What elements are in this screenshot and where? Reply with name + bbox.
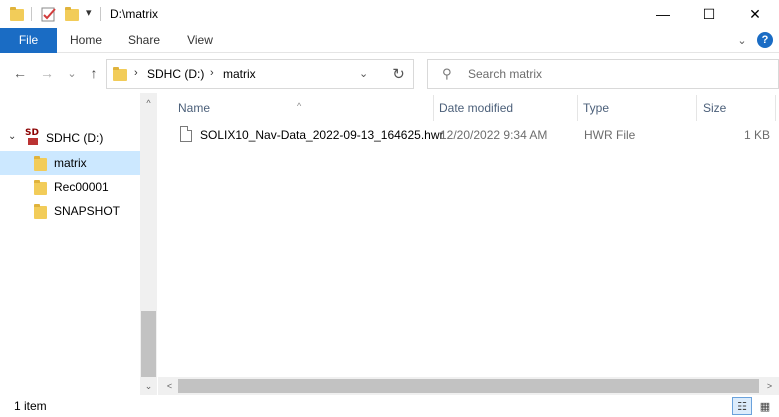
expand-ribbon-icon[interactable]: ⌄ — [734, 32, 750, 48]
back-button[interactable]: ← — [10, 63, 30, 83]
sd-card-icon: SD — [25, 128, 39, 147]
folder-icon — [10, 7, 24, 21]
scroll-down-arrow[interactable]: ⌄ — [140, 378, 157, 394]
item-count: 1 item — [14, 399, 47, 413]
folder-icon — [34, 180, 47, 195]
window-title: D:\matrix — [110, 7, 158, 21]
file-name: SOLIX10_Nav-Data_2022-09-13_164625.hwr — [200, 128, 444, 142]
divider — [31, 7, 32, 21]
tree-item-label: matrix — [54, 156, 87, 170]
properties-check-icon[interactable] — [41, 6, 57, 22]
customize-toolbar-dropdown[interactable]: ▾ — [86, 6, 92, 19]
close-button[interactable]: ✕ — [732, 0, 778, 28]
search-box[interactable]: ⚲ — [427, 59, 779, 89]
folder-icon — [34, 156, 47, 171]
column-header-date-modified[interactable]: Date modified — [434, 93, 577, 122]
tree-item-matrix[interactable]: matrix — [0, 151, 140, 175]
breadcrumb-drive[interactable]: SDHC (D:) — [147, 67, 204, 81]
navigation-pane: ⌄ SD SDHC (D:) matrix Rec00001 SNAPSHOT … — [0, 93, 158, 395]
tree-item-label: SNAPSHOT — [54, 204, 121, 218]
title-bar: ▾ D:\matrix — ☐ ✕ — [0, 0, 779, 28]
column-header-name[interactable]: ^ Name — [158, 93, 434, 122]
file-type: HWR File — [584, 128, 636, 142]
tree-item-label: SDHC (D:) — [46, 131, 104, 145]
help-icon[interactable]: ? — [757, 32, 773, 48]
chevron-down-icon[interactable]: ⌄ — [8, 131, 16, 142]
details-view-button[interactable]: ☷ — [732, 397, 752, 415]
refresh-button[interactable]: ↻ — [384, 59, 414, 89]
folder-icon — [113, 67, 127, 81]
tab-share[interactable]: Share — [115, 28, 173, 53]
tree-item-snapshot[interactable]: SNAPSHOT — [0, 199, 140, 223]
ribbon-tabs: File Home Share View ⌄ ? — [0, 28, 779, 53]
status-bar: 1 item ☷ ▦ — [0, 395, 779, 417]
column-divider[interactable] — [775, 95, 776, 121]
scroll-up-arrow[interactable]: ^ — [140, 95, 157, 111]
sort-ascending-icon: ^ — [297, 101, 302, 111]
scrollbar-thumb[interactable] — [178, 379, 759, 393]
tree-item-rec00001[interactable]: Rec00001 — [0, 175, 140, 199]
file-size: 1 KB — [743, 128, 770, 142]
minimize-button[interactable]: — — [640, 0, 686, 28]
tree-item-drive[interactable]: ⌄ SD SDHC (D:) — [0, 126, 140, 150]
large-icons-view-button[interactable]: ▦ — [755, 397, 775, 415]
navigation-scrollbar[interactable]: ^ ⌄ — [140, 93, 157, 395]
column-header-type[interactable]: Type — [578, 93, 696, 122]
new-folder-icon[interactable] — [65, 7, 79, 21]
maximize-button[interactable]: ☐ — [686, 0, 732, 28]
tab-home[interactable]: Home — [57, 28, 115, 53]
breadcrumb-folder[interactable]: matrix — [223, 67, 256, 81]
navigation-bar: ← → ⌄ ↑ › SDHC (D:) › matrix ⌄ ↻ ⚲ — [0, 53, 779, 93]
tree-item-label: Rec00001 — [54, 180, 109, 194]
scroll-right-arrow[interactable]: > — [761, 377, 778, 395]
column-header-size[interactable]: Size — [697, 93, 775, 122]
scroll-left-arrow[interactable]: < — [161, 377, 178, 395]
tab-file[interactable]: File — [0, 28, 57, 53]
file-date-modified: 12/20/2022 9:34 AM — [440, 128, 548, 142]
tab-view[interactable]: View — [173, 28, 227, 53]
address-bar[interactable]: › SDHC (D:) › matrix ⌄ — [106, 59, 414, 89]
breadcrumb-separator[interactable]: › — [210, 67, 214, 79]
table-row[interactable]: SOLIX10_Nav-Data_2022-09-13_164625.hwr 1… — [174, 123, 779, 147]
search-input[interactable] — [468, 66, 768, 82]
scrollbar-thumb[interactable] — [141, 311, 156, 377]
file-icon — [180, 126, 192, 142]
forward-button[interactable]: → — [37, 63, 57, 83]
folder-icon — [34, 204, 47, 219]
address-dropdown-icon[interactable]: ⌄ — [359, 67, 368, 80]
up-button[interactable]: ↑ — [84, 63, 104, 83]
breadcrumb-separator: › — [134, 67, 138, 79]
file-list: ^ Name Date modified Type Size SOLIX10_N… — [158, 93, 779, 395]
horizontal-scrollbar[interactable]: < > — [158, 377, 779, 395]
recent-locations-dropdown[interactable]: ⌄ — [62, 63, 82, 83]
search-icon: ⚲ — [442, 66, 452, 81]
divider — [100, 7, 101, 21]
